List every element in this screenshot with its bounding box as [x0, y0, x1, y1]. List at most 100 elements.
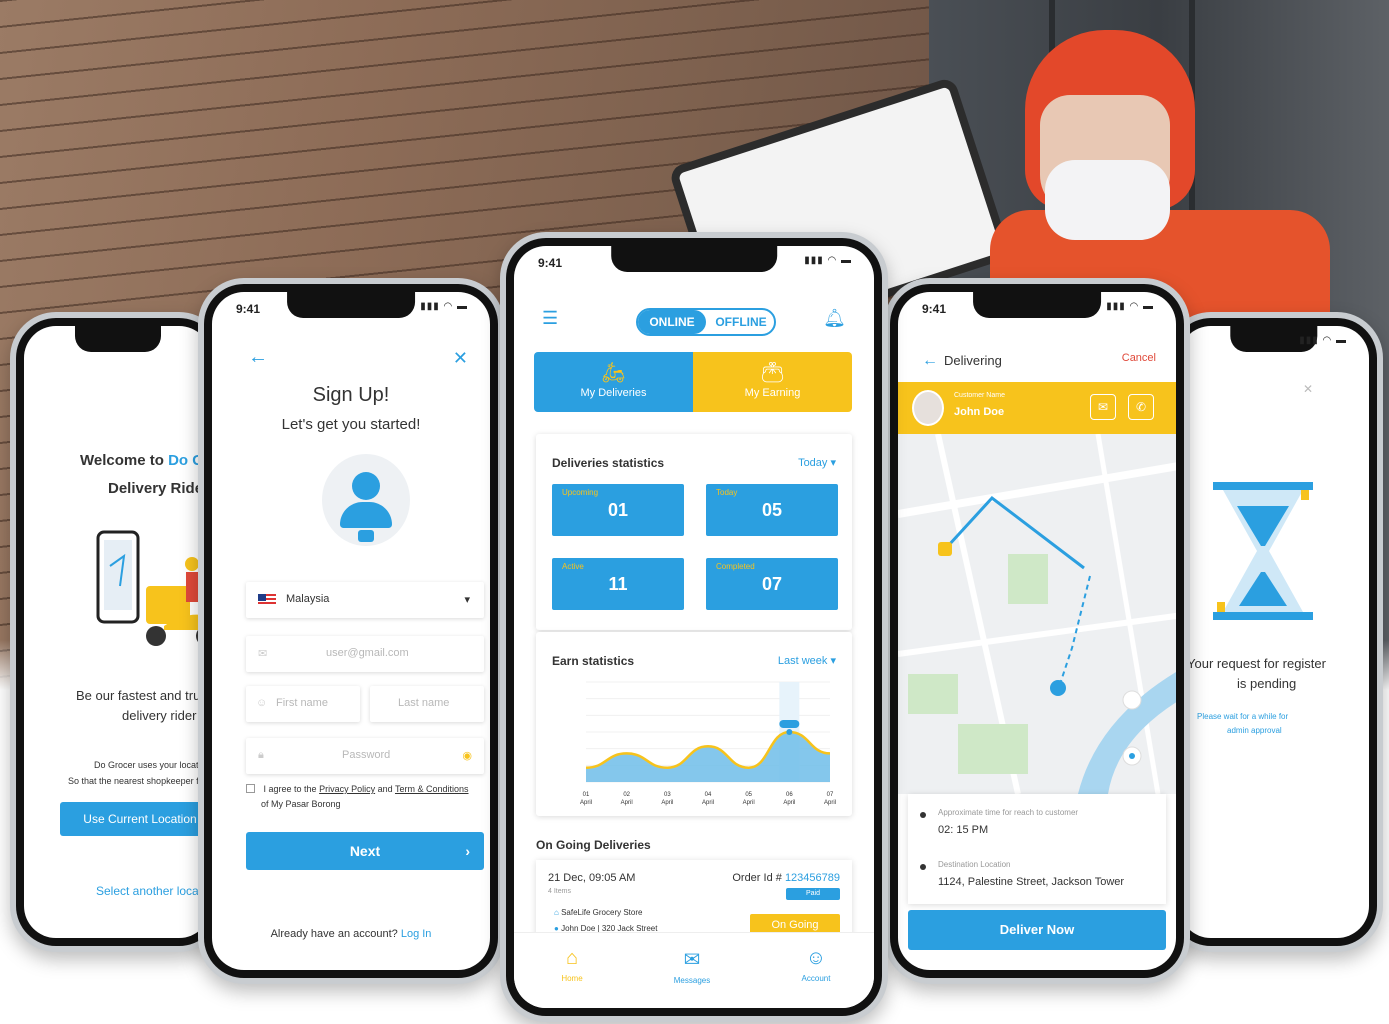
status-time: 9:41	[236, 302, 261, 316]
nav-account[interactable]: ☺ Account	[776, 947, 856, 983]
use-current-location-button[interactable]: Use Current Location	[60, 802, 211, 836]
location-note-1: Do Grocer uses your location	[94, 760, 211, 770]
earn-filter-dropdown[interactable]: Last week ▾	[778, 654, 836, 667]
chart-x-tick-label: 02 April	[621, 792, 633, 806]
phone-welcome: Welcome to Do Groce Delivery Rider Be ou…	[10, 312, 225, 952]
password-placeholder: Password	[342, 749, 391, 761]
chart-area	[586, 732, 830, 782]
eta-label: Approximate time for reach to customer	[938, 808, 1079, 817]
chevron-down-icon: ▾	[464, 594, 470, 606]
status-time: 9:41	[538, 256, 563, 270]
close-icon[interactable]: ✕	[1303, 382, 1313, 396]
stat-active: Active 11	[552, 558, 684, 610]
menu-icon[interactable]: ☰	[542, 308, 560, 329]
delivery-info-card: Approximate time for reach to customer 0…	[908, 794, 1166, 904]
last-name-placeholder: Last name	[398, 697, 450, 709]
password-field[interactable]: 🔒︎ Password ◉	[246, 738, 484, 774]
hourglass-icon	[1213, 482, 1313, 620]
nav-messages[interactable]: ✉ Messages	[652, 947, 732, 985]
back-arrow-icon[interactable]: ←	[248, 346, 268, 369]
deliver-now-button[interactable]: Deliver Now	[908, 910, 1166, 950]
stat-today: Today 05	[706, 484, 838, 536]
next-button[interactable]: Next ›	[246, 832, 484, 870]
tagline-line-2: delivery rider	[122, 708, 197, 723]
email-field[interactable]: ✉ user@gmail.com	[246, 636, 484, 672]
lock-icon: 🔒︎	[258, 749, 264, 761]
customer-bar: Customer Name John Doe ✉ ✆	[898, 382, 1176, 434]
location-note-2: So that the nearest shopkeeper finds	[68, 776, 211, 786]
cancel-link[interactable]: Cancel	[1122, 352, 1156, 364]
signup-screen: 9:41 ▮▮▮ ◠ ▬ ← ✕ Sign Up! Let's get you …	[212, 292, 490, 970]
message-icon: ✉	[683, 949, 701, 971]
camera-icon	[358, 530, 374, 542]
chart-point	[786, 729, 793, 735]
deliveries-statistics-card: Deliveries statistics Today ▾ Upcoming 0…	[536, 434, 852, 630]
welcome-prefix: Welcome to	[80, 452, 164, 469]
select-another-location-link[interactable]: Select another location	[96, 884, 211, 898]
mail-icon: ✉	[258, 648, 268, 660]
message-icon[interactable]: ✉	[1090, 394, 1116, 420]
order-id: Order Id # 123456789	[732, 872, 840, 884]
delivering-screen: 9:41 ▮▮▮ ◠ ▬ ← Delivering Cancel Customer…	[898, 292, 1176, 970]
first-name-placeholder: First name	[276, 697, 328, 709]
login-link[interactable]: Log In	[401, 928, 432, 940]
signup-subtitle: Let's get you started!	[281, 416, 421, 433]
chart-x-tick-label: 03 April	[661, 792, 673, 806]
status-icons: ▮▮▮ ◠ ▬	[1299, 335, 1347, 346]
store-icon: ⌂	[554, 908, 559, 917]
bell-icon[interactable]: 🔔︎	[823, 308, 846, 329]
chart-x-tick-label: 01 April	[580, 792, 592, 806]
dashboard-tabs: 🛵︎ My Deliveries 👛︎ My Earning	[534, 352, 852, 412]
phone-icon[interactable]: ✆	[1128, 394, 1154, 420]
wait-message: Please wait for a while for admin approv…	[1197, 712, 1289, 735]
stat-upcoming: Upcoming 01	[552, 484, 684, 536]
first-name-field[interactable]: ☺ First name	[246, 686, 360, 722]
privacy-policy-link[interactable]: Privacy Policy	[319, 784, 375, 794]
dot-icon	[920, 864, 926, 870]
tab-my-earning[interactable]: 👛︎ My Earning	[693, 352, 852, 412]
order-store: ⌂ SafeLife Grocery Store	[554, 908, 643, 917]
status-icons: ▮▮▮ ◠ ▬	[804, 255, 852, 266]
terms-link[interactable]: Term & Conditions	[395, 784, 469, 794]
nav-home[interactable]: ⌂ Home	[532, 947, 612, 983]
eye-icon[interactable]: ◉	[462, 749, 472, 762]
welcome-subtitle: Delivery Rider	[108, 480, 209, 497]
map-graphic	[898, 434, 1176, 794]
status-time: 9:41	[922, 302, 947, 316]
terms-agreement: I agree to the Privacy Policy and Term &…	[246, 782, 490, 812]
terms-checkbox[interactable]	[246, 784, 255, 793]
chevron-right-icon: ›	[465, 843, 470, 859]
phone-pending: ▮▮▮ ◠ ▬ ✕ Your request for register is p…	[1165, 312, 1383, 952]
scooter-icon: 🛵︎	[600, 362, 627, 384]
country-value: Malaysia	[286, 593, 330, 605]
customer-avatar	[912, 390, 944, 426]
chart-highlight-marker	[779, 720, 800, 728]
offline-option[interactable]: OFFLINE	[708, 310, 774, 334]
route-map[interactable]	[898, 434, 1176, 794]
chart-x-tick-label: 07 April	[824, 792, 836, 806]
customer-name: John Doe	[954, 406, 1005, 418]
online-offline-toggle[interactable]: ONLINE OFFLINE	[636, 308, 776, 336]
close-icon[interactable]: ✕	[453, 348, 468, 369]
deliveries-filter-dropdown[interactable]: Today ▾	[798, 456, 836, 469]
last-name-field[interactable]: Last name	[370, 686, 484, 722]
login-prompt: Already have an account? Log In	[270, 928, 432, 940]
online-option[interactable]: ONLINE	[638, 310, 706, 334]
tab-my-deliveries[interactable]: 🛵︎ My Deliveries	[534, 352, 693, 412]
wallet-icon: 👛︎	[759, 362, 786, 384]
chart-x-tick-label: 05 April	[743, 792, 755, 806]
bottom-nav: ⌂ Home ✉ Messages ☺ Account	[514, 932, 874, 1008]
chart-x-tick-label: 04 April	[702, 792, 714, 806]
back-arrow-icon[interactable]: ←	[922, 352, 938, 369]
status-icons: ▮▮▮ ◠ ▬	[1106, 301, 1154, 312]
dashboard-screen: 9:41 ▮▮▮ ◠ ▬ ☰ ONLINE OFFLINE 🔔︎ 🛵︎ My D…	[514, 246, 874, 1008]
avatar-upload[interactable]	[322, 454, 410, 546]
deliveries-title: Deliveries statistics	[552, 456, 665, 470]
paid-badge: Paid	[786, 888, 840, 900]
dot-icon	[920, 812, 926, 818]
account-icon: ☺	[805, 947, 827, 969]
next-label: Next	[349, 843, 381, 859]
email-placeholder: user@gmail.com	[326, 647, 409, 659]
signup-title: Sign Up!	[312, 384, 390, 406]
country-select[interactable]: Malaysia ▾	[246, 582, 484, 618]
